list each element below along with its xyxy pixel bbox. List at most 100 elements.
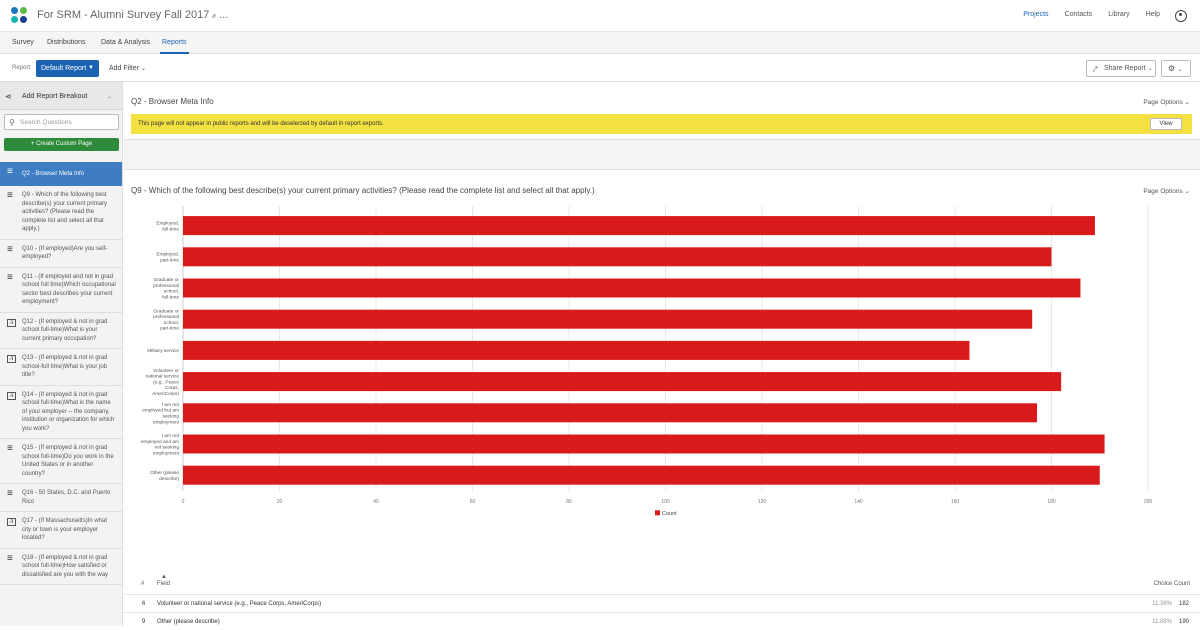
- row-pct: 11.88%: [1152, 619, 1172, 625]
- search-icon: ⚲: [9, 118, 15, 127]
- q2-page-options[interactable]: Page Options ⌄: [1143, 98, 1190, 106]
- x-tick-label: 20: [277, 499, 283, 505]
- qualtrics-logo-icon[interactable]: [11, 7, 27, 23]
- tab-distributions[interactable]: Distributions: [47, 39, 86, 46]
- chevron-down-icon: ⌄: [1184, 188, 1190, 195]
- table-row: 9 Other (please describe) 11.88% 190: [124, 612, 1200, 630]
- report-label: Report:: [12, 65, 32, 71]
- bar: [183, 278, 1081, 298]
- sidebar-question-item[interactable]: A Q12 - (If employed & not in grad school…: [0, 313, 122, 349]
- category-label: I am not employed and am not seeking employ…: [141, 433, 180, 456]
- sidebar-question-item[interactable]: A Q13 - (If employed & not in grad school…: [0, 349, 122, 386]
- nav-help[interactable]: Help: [1146, 11, 1160, 18]
- question-list: Q2 - Browser Meta Info Q9 - Which of the …: [0, 162, 122, 585]
- bar: [183, 403, 1038, 423]
- search-questions-input[interactable]: ⚲ Search Questions: [4, 114, 119, 130]
- category-label: Graduate or professional school, part-time: [153, 308, 179, 331]
- add-filter-label: Add Filter: [109, 65, 139, 72]
- q2-header: Q2 - Browser Meta Info Page Options ⌄: [124, 82, 1200, 112]
- tab-survey[interactable]: Survey: [12, 39, 34, 46]
- results-table-header: # ▲ Field Choice Count: [124, 572, 1200, 594]
- sidebar-question-item[interactable]: Q2 - Browser Meta Info: [0, 162, 122, 186]
- sidebar-question-item[interactable]: A Q17 - (If Massachusetts)In what city or…: [0, 512, 122, 549]
- sort-asc-icon[interactable]: ▲: [161, 574, 167, 580]
- table-row: 6 Volunteer or national service (e.g., P…: [124, 594, 1200, 612]
- share-report-button[interactable]: ⤤ Share Report ⌄: [1086, 60, 1156, 77]
- gear-icon: ⚙: [1168, 64, 1176, 73]
- global-nav: Projects Contacts Library Help: [1007, 11, 1160, 18]
- settings-button[interactable]: ⚙ ⌄: [1161, 60, 1191, 77]
- category-label: Graduate or professional school, full-time: [153, 277, 179, 300]
- x-tick-label: 60: [470, 499, 476, 505]
- bar: [183, 247, 1052, 267]
- chevron-down-icon[interactable]: ⌄: [210, 10, 218, 21]
- x-tick-label: 140: [854, 499, 863, 505]
- bar: [183, 372, 1062, 392]
- sidebar-question-label: Q12 - (If employed & not in grad school …: [22, 318, 108, 342]
- bar: [183, 434, 1105, 454]
- q9-header: Q9 - Which of the following best describ…: [124, 171, 1200, 201]
- x-tick-label: 40: [373, 499, 379, 505]
- report-select-button[interactable]: Default Report ▼: [36, 60, 99, 77]
- row-num: 9: [142, 619, 146, 625]
- category-label: Military service: [147, 348, 179, 354]
- nav-library[interactable]: Library: [1108, 11, 1129, 18]
- col-field[interactable]: Field: [157, 581, 170, 587]
- sidebar-question-item[interactable]: A Q14 - (If employed & not in grad school…: [0, 386, 122, 439]
- sidebar-question-label: Q2 - Browser Meta Info: [22, 171, 85, 177]
- tab-reports[interactable]: Reports: [160, 39, 189, 54]
- q9-title: Q9 - Which of the following best describ…: [131, 186, 595, 195]
- add-filter-button[interactable]: Add Filter ⌄: [109, 65, 146, 72]
- sidebar-question-label: Q13 - (If employed & not in grad school-…: [22, 355, 108, 378]
- nav-projects[interactable]: Projects: [1023, 11, 1048, 18]
- row-count: 190: [1178, 619, 1189, 625]
- list-icon: [7, 274, 17, 284]
- create-custom-page-button[interactable]: + Create Custom Page: [4, 138, 119, 151]
- list-icon: [7, 192, 17, 202]
- chevron-down-icon: ▼: [88, 65, 94, 71]
- x-tick-label: 160: [951, 499, 960, 505]
- x-tick-label: 100: [661, 499, 670, 505]
- row-num: 6: [142, 601, 146, 607]
- warning-text: This page will not appear in public repo…: [138, 121, 384, 127]
- x-tick-label: 80: [566, 499, 572, 505]
- sidebar-question-label: Q15 - (If employed & not in grad school …: [22, 445, 114, 477]
- row-count: 182: [1178, 601, 1189, 607]
- nav-contacts[interactable]: Contacts: [1065, 11, 1093, 18]
- top-bar: For SRM - Alumni Survey Fall 2017 - ... …: [0, 0, 1200, 32]
- sidebar-question-label: Q14 - (If employed & not in grad school …: [22, 391, 115, 432]
- sidebar-question-item[interactable]: Q9 - Which of the following best describ…: [0, 186, 122, 240]
- sidebar-question-item[interactable]: Q10 - (If employed)Are you self-employed…: [0, 240, 122, 268]
- tab-data-analysis[interactable]: Data & Analysis: [101, 39, 150, 46]
- bar: [183, 340, 970, 360]
- category-label: Employed, part-time: [156, 252, 179, 264]
- sidebar-question-item[interactable]: Q15 - (If employed & not in grad school …: [0, 439, 122, 484]
- list-icon: [7, 555, 17, 565]
- chevron-down-icon: ⌄: [106, 94, 112, 100]
- text-entry-icon: A: [7, 355, 16, 363]
- search-placeholder: Search Questions: [20, 119, 72, 126]
- sidebar-question-item[interactable]: Q16 - 50 States, D.C. and Puerto Rico: [0, 484, 122, 512]
- sidebar-question-item[interactable]: Q18 - (If employed & not in grad school …: [0, 549, 122, 585]
- bar: [183, 309, 1033, 329]
- section-separator: [124, 139, 1200, 170]
- col-hash: #: [141, 581, 145, 587]
- create-custom-page-label: Create Custom Page: [36, 141, 93, 147]
- bar: [183, 465, 1100, 485]
- chevron-down-icon: ⌄: [1147, 66, 1153, 72]
- chevron-down-icon: ⌄: [1184, 99, 1190, 106]
- sidebar-question-label: Q18 - (If employed & not in grad school …: [22, 554, 109, 578]
- q9-page-options[interactable]: Page Options ⌄: [1143, 187, 1190, 195]
- user-account-icon[interactable]: [1175, 10, 1187, 22]
- hidden-page-warning: This page will not appear in public repo…: [131, 114, 1192, 161]
- page-options-label: Page Options: [1143, 188, 1183, 195]
- view-button[interactable]: View: [1150, 118, 1182, 130]
- project-title[interactable]: For SRM - Alumni Survey Fall 2017 - ...: [37, 9, 228, 21]
- category-label: Volunteer or national service (e.g., Peace…: [146, 368, 180, 397]
- chevron-down-icon: ⌄: [140, 66, 146, 72]
- col-choice-count[interactable]: Choice Count: [1154, 581, 1190, 587]
- sidebar-question-item[interactable]: Q11 - (If employed and not in grad schoo…: [0, 268, 122, 313]
- sidebar-question-label: Q9 - Which of the following best describ…: [22, 192, 108, 232]
- add-report-breakout[interactable]: ⋖ Add Report Breakout ⌄: [0, 82, 122, 110]
- text-entry-icon: A: [7, 518, 16, 526]
